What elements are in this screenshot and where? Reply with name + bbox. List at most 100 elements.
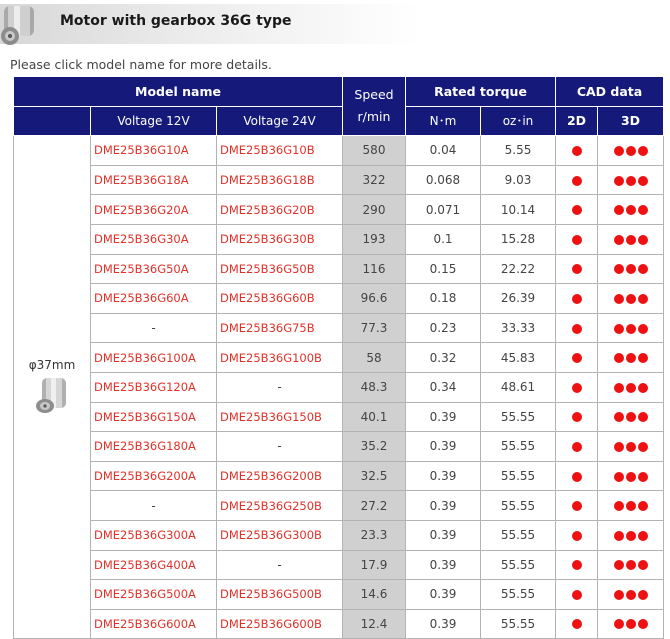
cad-3d-dot-icon[interactable] xyxy=(637,530,648,541)
model-link-24v[interactable]: DME25B36G250B xyxy=(216,490,343,521)
cad-2d-cell[interactable] xyxy=(555,460,598,492)
cad-3d-dot-icon[interactable] xyxy=(637,205,648,216)
cad-3d-dot-icon[interactable] xyxy=(613,145,624,156)
cad-3d-cell[interactable] xyxy=(597,490,664,521)
cad-3d-dot-icon[interactable] xyxy=(637,560,648,571)
model-link-24v[interactable]: DME25B36G50B xyxy=(216,253,343,285)
cad-3d-cell[interactable] xyxy=(597,283,664,314)
cad-3d-dot-icon[interactable] xyxy=(637,145,648,156)
cad-3d-dot-icon[interactable] xyxy=(613,530,624,541)
cad-3d-cell[interactable] xyxy=(597,253,664,285)
cad-3d-dot-icon[interactable] xyxy=(637,293,648,304)
cad-3d-cell[interactable] xyxy=(597,431,664,462)
cad-2d-dot-icon[interactable] xyxy=(571,323,582,334)
cad-3d-cell[interactable] xyxy=(597,312,664,344)
cad-3d-dot-icon[interactable] xyxy=(625,293,636,304)
cad-3d-dot-icon[interactable] xyxy=(613,293,624,304)
cad-3d-dot-icon[interactable] xyxy=(613,323,624,334)
cad-3d-dot-icon[interactable] xyxy=(637,264,648,275)
model-link-12v[interactable]: DME25B36G300A xyxy=(90,519,217,551)
cad-2d-dot-icon[interactable] xyxy=(571,501,582,512)
cad-3d-dot-icon[interactable] xyxy=(637,175,648,186)
cad-3d-cell[interactable] xyxy=(597,549,664,581)
cad-3d-dot-icon[interactable] xyxy=(637,441,648,452)
model-link-12v[interactable]: DME25B36G120A xyxy=(90,371,217,403)
cad-3d-dot-icon[interactable] xyxy=(637,501,648,512)
model-link-24v[interactable]: DME25B36G300B xyxy=(216,519,343,551)
cad-3d-cell[interactable] xyxy=(597,223,664,255)
cad-3d-dot-icon[interactable] xyxy=(625,619,636,630)
cad-3d-dot-icon[interactable] xyxy=(625,175,636,186)
cad-3d-dot-icon[interactable] xyxy=(625,145,636,156)
cad-2d-cell[interactable] xyxy=(555,431,598,462)
model-link-12v[interactable]: DME25B36G18A xyxy=(90,164,217,196)
cad-3d-dot-icon[interactable] xyxy=(613,205,624,216)
model-link-24v[interactable]: DME25B36G75B xyxy=(216,312,343,344)
cad-2d-cell[interactable] xyxy=(555,401,598,433)
cad-3d-cell[interactable] xyxy=(597,342,664,373)
cad-3d-cell[interactable] xyxy=(597,135,664,166)
cad-2d-dot-icon[interactable] xyxy=(571,589,582,600)
cad-3d-cell[interactable] xyxy=(597,460,664,492)
cad-2d-dot-icon[interactable] xyxy=(571,619,582,630)
model-link-12v[interactable]: DME25B36G200A xyxy=(90,460,217,492)
cad-3d-dot-icon[interactable] xyxy=(637,619,648,630)
cad-2d-cell[interactable] xyxy=(555,164,598,196)
cad-3d-dot-icon[interactable] xyxy=(613,234,624,245)
cad-2d-dot-icon[interactable] xyxy=(571,471,582,482)
cad-3d-dot-icon[interactable] xyxy=(637,323,648,334)
cad-2d-cell[interactable] xyxy=(555,608,598,639)
cad-3d-dot-icon[interactable] xyxy=(637,589,648,600)
cad-3d-dot-icon[interactable] xyxy=(625,382,636,393)
cad-2d-dot-icon[interactable] xyxy=(571,264,582,275)
model-link-24v[interactable]: DME25B36G60B xyxy=(216,283,343,314)
cad-3d-dot-icon[interactable] xyxy=(625,205,636,216)
cad-3d-cell[interactable] xyxy=(597,164,664,196)
cad-3d-dot-icon[interactable] xyxy=(625,234,636,245)
model-link-12v[interactable]: DME25B36G600A xyxy=(90,608,217,639)
cad-3d-dot-icon[interactable] xyxy=(613,412,624,423)
cad-3d-dot-icon[interactable] xyxy=(613,471,624,482)
cad-3d-dot-icon[interactable] xyxy=(637,234,648,245)
cad-3d-dot-icon[interactable] xyxy=(625,441,636,452)
cad-2d-dot-icon[interactable] xyxy=(571,382,582,393)
model-link-12v[interactable]: DME25B36G50A xyxy=(90,253,217,285)
model-link-24v[interactable]: DME25B36G500B xyxy=(216,579,343,610)
model-link-12v[interactable]: DME25B36G100A xyxy=(90,342,217,373)
cad-3d-dot-icon[interactable] xyxy=(613,353,624,364)
cad-3d-dot-icon[interactable] xyxy=(613,382,624,393)
cad-3d-dot-icon[interactable] xyxy=(613,619,624,630)
cad-2d-dot-icon[interactable] xyxy=(571,412,582,423)
cad-2d-cell[interactable] xyxy=(555,194,598,225)
model-link-12v[interactable]: DME25B36G400A xyxy=(90,549,217,581)
cad-2d-dot-icon[interactable] xyxy=(571,530,582,541)
model-link-24v[interactable]: DME25B36G20B xyxy=(216,194,343,225)
cad-3d-dot-icon[interactable] xyxy=(613,264,624,275)
cad-3d-dot-icon[interactable] xyxy=(613,501,624,512)
cad-2d-cell[interactable] xyxy=(555,312,598,344)
cad-3d-dot-icon[interactable] xyxy=(625,264,636,275)
model-link-12v[interactable]: DME25B36G500A xyxy=(90,579,217,610)
cad-2d-dot-icon[interactable] xyxy=(571,560,582,571)
cad-3d-cell[interactable] xyxy=(597,194,664,225)
cad-3d-cell[interactable] xyxy=(597,519,664,551)
cad-3d-dot-icon[interactable] xyxy=(613,560,624,571)
cad-3d-dot-icon[interactable] xyxy=(625,412,636,423)
model-link-12v[interactable]: DME25B36G10A xyxy=(90,135,217,166)
cad-3d-dot-icon[interactable] xyxy=(625,471,636,482)
cad-2d-cell[interactable] xyxy=(555,223,598,255)
cad-2d-cell[interactable] xyxy=(555,253,598,285)
cad-3d-dot-icon[interactable] xyxy=(625,530,636,541)
cad-2d-dot-icon[interactable] xyxy=(571,145,582,156)
model-link-24v[interactable]: DME25B36G150B xyxy=(216,401,343,433)
cad-2d-cell[interactable] xyxy=(555,490,598,521)
cad-3d-dot-icon[interactable] xyxy=(637,353,648,364)
model-link-12v[interactable]: DME25B36G60A xyxy=(90,283,217,314)
model-link-24v[interactable]: DME25B36G10B xyxy=(216,135,343,166)
cad-3d-dot-icon[interactable] xyxy=(637,471,648,482)
cad-3d-dot-icon[interactable] xyxy=(625,560,636,571)
cad-3d-dot-icon[interactable] xyxy=(613,175,624,186)
model-link-24v[interactable]: DME25B36G30B xyxy=(216,223,343,255)
cad-3d-cell[interactable] xyxy=(597,371,664,403)
model-link-24v[interactable]: DME25B36G18B xyxy=(216,164,343,196)
